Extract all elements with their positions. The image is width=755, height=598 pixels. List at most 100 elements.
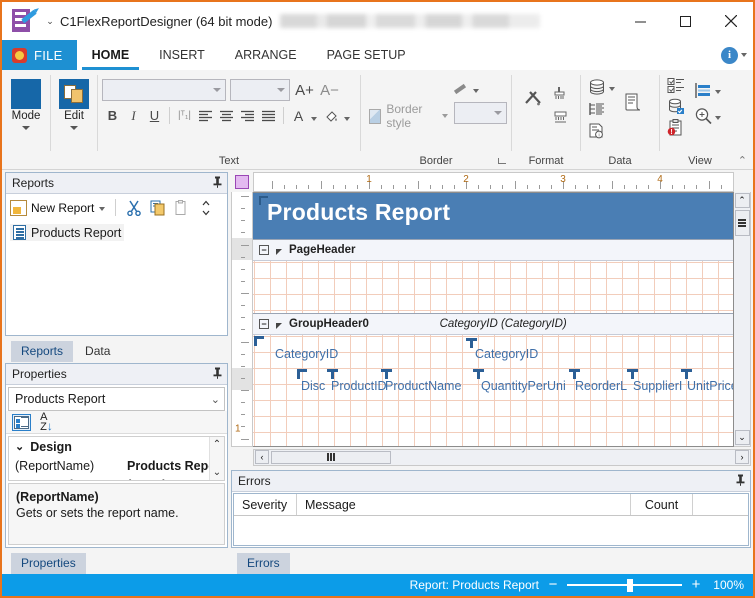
- align-right-button[interactable]: [237, 105, 258, 126]
- band-area-pageheader[interactable]: [253, 261, 733, 313]
- scroll-left-button[interactable]: ‹: [255, 450, 269, 464]
- pen-color-dropdown-icon[interactable]: [473, 88, 479, 93]
- cut-button[interactable]: [123, 197, 144, 218]
- field-unitprice[interactable]: UnitPrice: [687, 379, 733, 393]
- database-dropdown-icon[interactable]: [609, 87, 615, 91]
- edit-button[interactable]: Edit: [55, 75, 93, 130]
- zoom-dropdown-icon[interactable]: [715, 116, 721, 120]
- border-style-dropdown-icon[interactable]: [442, 114, 449, 118]
- font-color-button[interactable]: A: [288, 105, 309, 126]
- pin-icon[interactable]: [735, 474, 746, 489]
- errors-grid[interactable]: Severity Message Count: [233, 493, 749, 546]
- selection-handle[interactable]: [473, 369, 484, 379]
- field-list-icon[interactable]: [585, 99, 609, 119]
- tab-home[interactable]: HOME: [77, 40, 145, 70]
- categorized-view-button[interactable]: [12, 413, 31, 431]
- field-productid[interactable]: ProductID: [331, 379, 387, 393]
- justify-button[interactable]: [258, 105, 279, 126]
- align-left-button[interactable]: [195, 105, 216, 126]
- zoom-out-button[interactable]: −: [547, 577, 559, 592]
- zoom-slider[interactable]: [567, 578, 682, 592]
- scroll-right-button[interactable]: ›: [735, 450, 749, 464]
- quick-access-toolbar-dropdown-icon[interactable]: ⌄: [44, 16, 56, 27]
- tab-file[interactable]: FILE: [2, 40, 77, 70]
- info-dropdown-icon[interactable]: [741, 53, 747, 57]
- field-categoryid-value[interactable]: CategoryID: [475, 347, 538, 361]
- tree-item-products-report[interactable]: Products Report: [10, 224, 125, 241]
- zoom-icon[interactable]: [691, 106, 715, 126]
- horizontal-scroll-thumb[interactable]: [271, 450, 391, 464]
- canvas-horizontal-scrollbar[interactable]: ‹ ›: [253, 448, 751, 466]
- zoom-in-button[interactable]: +: [690, 577, 702, 592]
- vertical-ruler[interactable]: 1: [231, 192, 253, 447]
- script-icon[interactable]: [619, 77, 645, 127]
- grow-font-button[interactable]: A+: [294, 80, 315, 101]
- field-reorderlevel[interactable]: ReorderL: [575, 379, 627, 393]
- property-category-design[interactable]: ⌄ Design: [9, 437, 224, 456]
- property-row-reportinfo[interactable]: ReportInfo (None): [9, 475, 224, 480]
- property-value[interactable]: (None): [127, 477, 167, 480]
- mode-dropdown-icon[interactable]: [22, 126, 30, 130]
- data-info-icon[interactable]: i: [585, 121, 609, 141]
- minimize-button[interactable]: [618, 2, 663, 40]
- line-width-combo[interactable]: [454, 102, 507, 124]
- scroll-up-button[interactable]: ⌃: [734, 193, 750, 208]
- horizontal-ruler[interactable]: 1 2 3 4: [253, 172, 734, 192]
- vertical-scroll-thumb[interactable]: [734, 210, 750, 236]
- new-report-dropdown-icon[interactable]: [99, 207, 106, 211]
- tab-errors[interactable]: Errors: [237, 553, 290, 574]
- band-area-groupheader0[interactable]: CategoryID CategoryID Disc ProductID Pro…: [253, 335, 733, 446]
- info-icon[interactable]: i: [721, 46, 738, 64]
- copy-button[interactable]: [147, 197, 168, 218]
- alphabetical-sort-button[interactable]: A Z↓: [37, 411, 56, 432]
- canvas-vertical-scrollbar[interactable]: ⌃ ⌄: [734, 192, 751, 447]
- clear-formatting-button[interactable]: [521, 83, 545, 113]
- report-header-band[interactable]: Products Report: [253, 193, 733, 239]
- selection-handle[interactable]: [681, 369, 692, 379]
- data-source-check-icon[interactable]: [664, 97, 688, 116]
- tab-reports[interactable]: Reports: [11, 341, 74, 362]
- superscript-button[interactable]: |ᵀ₁|: [174, 105, 195, 126]
- collapse-ribbon-button[interactable]: ⌃: [738, 154, 747, 167]
- layout-view-dropdown-icon[interactable]: [715, 90, 721, 94]
- scroll-down-button[interactable]: ⌄: [734, 430, 750, 445]
- selection-handle[interactable]: [254, 336, 264, 346]
- italic-button[interactable]: I: [123, 105, 144, 126]
- align-center-button[interactable]: [216, 105, 237, 126]
- move-buttons[interactable]: [195, 197, 216, 218]
- selection-handle[interactable]: [327, 369, 338, 379]
- layout-view-icon[interactable]: [691, 80, 715, 100]
- pin-icon[interactable]: [212, 367, 223, 382]
- close-button[interactable]: [708, 2, 753, 40]
- field-supplierid[interactable]: SupplierI: [633, 379, 682, 393]
- property-object-select[interactable]: Products Report ⌄: [8, 387, 225, 411]
- tab-insert[interactable]: INSERT: [144, 40, 220, 70]
- font-color-dropdown-icon[interactable]: [311, 116, 317, 121]
- collapse-icon[interactable]: −: [259, 245, 269, 255]
- checklist-icon[interactable]: [664, 76, 688, 95]
- column-header-message[interactable]: Message: [297, 494, 631, 515]
- bold-button[interactable]: B: [102, 105, 123, 126]
- pen-color-icon[interactable]: [453, 81, 469, 97]
- report-title-text[interactable]: Products Report: [267, 199, 450, 226]
- scroll-up-icon[interactable]: ⌃: [213, 439, 221, 450]
- selection-handle[interactable]: [297, 369, 307, 379]
- highlight-dropdown-icon[interactable]: [344, 116, 350, 121]
- selection-handle[interactable]: [627, 369, 638, 379]
- field-quantityperunit[interactable]: QuantityPerUni: [481, 379, 566, 393]
- band-header-pageheader[interactable]: − PageHeader: [253, 239, 733, 261]
- format-painter-button[interactable]: [551, 83, 572, 104]
- errors-grid-body[interactable]: [234, 516, 748, 545]
- tab-data[interactable]: Data: [75, 341, 120, 362]
- selection-handle[interactable]: [381, 369, 392, 379]
- ruler-corner[interactable]: [231, 172, 253, 192]
- apply-format-button[interactable]: [551, 107, 572, 128]
- collapse-icon[interactable]: −: [259, 319, 269, 329]
- field-disc[interactable]: Disc: [301, 379, 325, 393]
- border-style-button[interactable]: Border style: [369, 102, 449, 130]
- pin-icon[interactable]: [212, 176, 223, 191]
- property-grid-scrollbar[interactable]: ⌃ ⌄: [209, 437, 224, 480]
- edit-dropdown-icon[interactable]: [70, 126, 78, 130]
- font-name-combo[interactable]: [102, 79, 226, 101]
- highlight-color-button[interactable]: [321, 105, 342, 126]
